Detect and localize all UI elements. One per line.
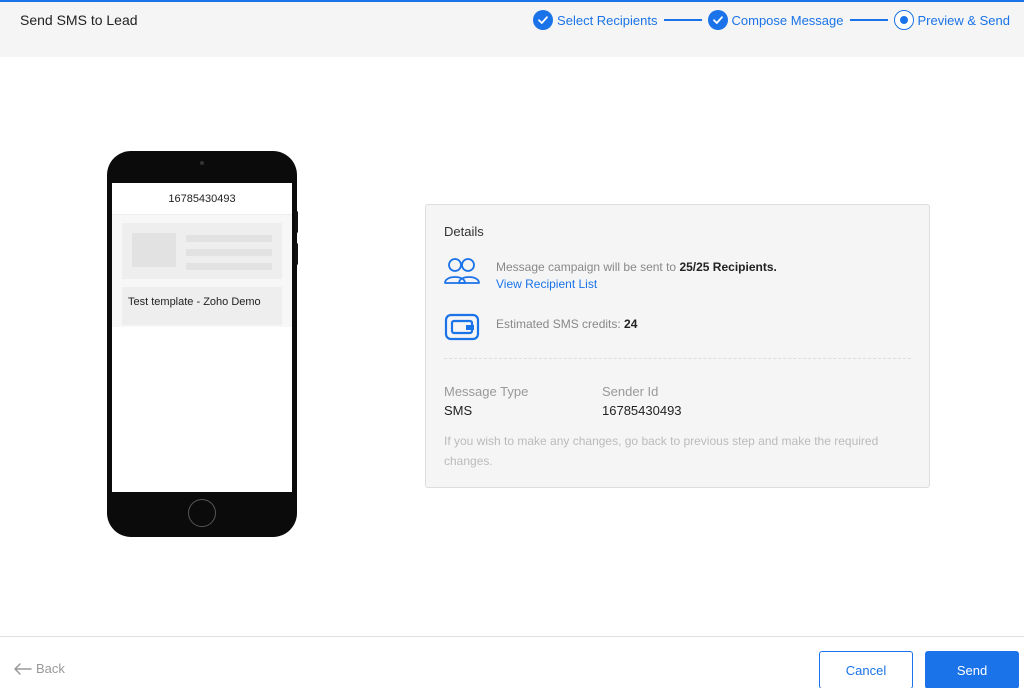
page-title: Send SMS to Lead <box>20 12 138 28</box>
view-recipient-list-link[interactable]: View Recipient List <box>496 277 597 291</box>
changes-note: If you wish to make any changes, go back… <box>444 434 879 468</box>
footer: Back Cancel Send <box>0 636 1024 688</box>
current-step-icon <box>893 10 914 30</box>
image-placeholder-icon <box>132 233 176 267</box>
step-select-recipients[interactable]: Select Recipients <box>533 10 658 30</box>
divider <box>444 358 911 359</box>
recipients-count: 25/25 Recipients. <box>679 260 777 274</box>
phone-screen: 16785430493 Test template - Zoho Demo <box>112 183 292 492</box>
sms-credits: Estimated SMS credits: 24 <box>496 317 637 331</box>
message-type-label: Message Type <box>444 384 529 399</box>
check-icon <box>707 10 728 30</box>
credits-prefix: Estimated SMS credits: <box>496 317 625 331</box>
details-card: Details Message campaign will be sent to… <box>425 204 930 488</box>
cancel-button[interactable]: Cancel <box>819 651 913 688</box>
message-type-value: SMS <box>444 403 473 418</box>
details-title: Details <box>444 224 484 239</box>
phone-speaker <box>200 161 204 165</box>
header: Send SMS to Lead Select Recipients Compo… <box>0 0 1024 57</box>
sender-id-label: Sender Id <box>602 384 659 399</box>
preview-phone-number: 16785430493 <box>112 183 292 215</box>
back-label: Back <box>36 661 65 676</box>
message-placeholder <box>122 223 282 279</box>
back-button[interactable]: Back <box>14 661 65 676</box>
phone-preview: 16785430493 Test template - Zoho Demo <box>107 151 298 537</box>
step-compose-message[interactable]: Compose Message <box>707 10 844 30</box>
check-icon <box>533 10 554 30</box>
message-bubble: Test template - Zoho Demo <box>122 287 282 325</box>
step-preview-send[interactable]: Preview & Send <box>893 10 1011 30</box>
sender-id-value: 16785430493 <box>602 403 682 418</box>
text-placeholder-line <box>186 263 272 270</box>
wallet-icon <box>444 313 480 346</box>
users-icon <box>444 257 480 290</box>
recipients-summary: Message campaign will be sent to 25/25 R… <box>496 260 777 274</box>
recipients-prefix: Message campaign will be sent to <box>496 260 680 274</box>
preview-body: Test template - Zoho Demo <box>112 215 292 327</box>
step-connector <box>849 19 888 21</box>
phone-home-button <box>188 499 216 527</box>
step-label: Select Recipients <box>557 12 658 28</box>
text-placeholder-line <box>186 249 272 256</box>
phone-side-button <box>295 211 298 233</box>
text-placeholder-line <box>186 235 272 242</box>
arrow-left-icon <box>14 662 32 675</box>
step-label: Preview & Send <box>917 12 1011 28</box>
phone-side-button <box>295 243 298 265</box>
step-label: Compose Message <box>731 12 844 28</box>
send-button[interactable]: Send <box>925 651 1019 688</box>
stepper: Select Recipients Compose Message Previe… <box>533 10 1010 30</box>
step-connector <box>663 19 702 21</box>
credits-value: 24 <box>624 317 638 331</box>
